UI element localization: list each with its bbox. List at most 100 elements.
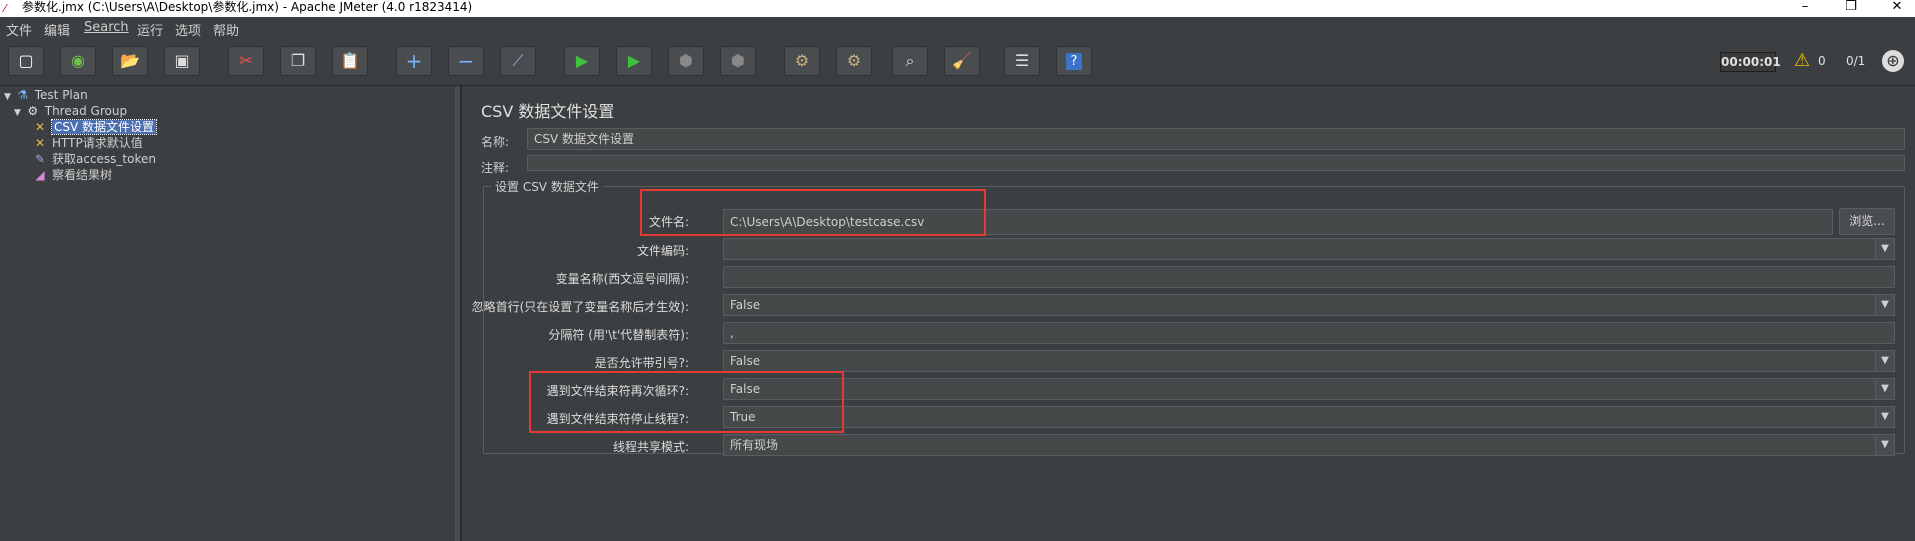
sharing-mode-label: 线程共享模式: xyxy=(612,440,689,454)
tree-item-label: HTTP请求默认值 xyxy=(52,136,143,150)
chart-icon: ◢ xyxy=(35,168,45,182)
file-encoding-select[interactable]: ▼ xyxy=(723,238,1895,260)
search-button[interactable]: ⌕ xyxy=(892,46,928,76)
expand-all-button[interactable]: + xyxy=(396,46,432,76)
reset-search-icon: 🧹 xyxy=(952,51,972,70)
chevron-down-icon[interactable]: ▼ xyxy=(1875,379,1894,399)
ignore-first-line-select[interactable]: False ▼ xyxy=(723,294,1895,316)
paste-icon: 📋 xyxy=(340,51,360,70)
menu-file[interactable]: 文件 xyxy=(6,20,32,39)
clear-button[interactable]: ⚙ xyxy=(784,46,820,76)
menu-help[interactable]: 帮助 xyxy=(213,20,239,39)
clear-icon: ⚙ xyxy=(794,51,810,70)
shutdown-icon: ⬢ xyxy=(731,51,745,70)
toolbar: ▢ ◉ 📂 ▣ ✂ ❐ 📋 + − ⟋ ▶ ▶ ⬢ ⬢ ⚙ ⚙ ⌕ 🧹 ☰ ? xyxy=(0,40,1915,86)
cut-icon: ✂ xyxy=(239,51,253,70)
tree-item-label: Test Plan xyxy=(34,88,88,102)
minimize-button[interactable]: – xyxy=(1790,0,1820,14)
templates-icon: ◉ xyxy=(71,51,85,70)
tree-item-view-results-tree[interactable]: ◢ 察看结果树 xyxy=(32,166,112,184)
comment-label: 注释: xyxy=(481,161,510,175)
search-icon: ⌕ xyxy=(905,51,915,70)
chevron-down-icon[interactable]: ▼ xyxy=(1875,239,1894,259)
ignore-first-line-label: 忽略首行(只在设置了变量名称后才生效): xyxy=(471,300,689,314)
paste-button[interactable]: 📋 xyxy=(332,46,368,76)
menu-options[interactable]: 选项 xyxy=(175,20,201,39)
copy-button[interactable]: ❐ xyxy=(280,46,316,76)
save-button[interactable]: ▣ xyxy=(164,46,200,76)
comment-field[interactable] xyxy=(527,155,1905,171)
clear-all-icon: ⚙ xyxy=(846,51,862,70)
menu-search[interactable]: Search xyxy=(84,20,129,35)
delimiter-label: 分隔符 (用'\t'代替制表符): xyxy=(548,328,689,342)
shutdown-button[interactable]: ⬢ xyxy=(720,46,756,76)
sharing-mode-select[interactable]: 所有现场 ▼ xyxy=(723,434,1895,456)
tree-item-label: 获取access_token xyxy=(52,152,156,166)
active-threads-count: 0/1 xyxy=(1846,54,1866,68)
stop-icon: ⬢ xyxy=(679,51,693,70)
menu-run[interactable]: 运行 xyxy=(137,20,163,39)
sharing-mode-value: 所有现场 xyxy=(730,438,779,452)
chevron-down-icon[interactable]: ▼ xyxy=(1875,407,1894,427)
allow-quoted-select[interactable]: False ▼ xyxy=(723,350,1895,372)
collapse-icon: − xyxy=(457,49,475,73)
chevron-down-icon[interactable]: ▼ xyxy=(1875,351,1894,371)
reset-search-button[interactable]: 🧹 xyxy=(944,46,980,76)
new-button[interactable]: ▢ xyxy=(8,46,44,76)
collapse-all-button[interactable]: − xyxy=(448,46,484,76)
function-helper-button[interactable]: ☰ xyxy=(1004,46,1040,76)
group-title: 设置 CSV 数据文件 xyxy=(491,178,603,195)
elapsed-timer: 00:00:01 xyxy=(1720,52,1781,72)
start-no-pauses-button[interactable]: ▶ xyxy=(616,46,652,76)
allow-quoted-value: False xyxy=(730,354,761,368)
variable-names-field[interactable] xyxy=(723,266,1895,288)
maximize-button[interactable]: ❐ xyxy=(1836,0,1866,14)
clear-all-button[interactable]: ⚙ xyxy=(836,46,872,76)
name-field[interactable]: CSV 数据文件设置 xyxy=(527,128,1905,150)
start-button[interactable]: ▶ xyxy=(564,46,600,76)
start-icon: ▶ xyxy=(575,51,589,70)
test-plan-tree: ▼ ⚗ Test Plan ▼ ⚙ Thread Group ✕ CSV 数据文件设置… xyxy=(0,86,461,541)
tree-item-label: CSV 数据文件设置 xyxy=(50,119,158,135)
open-button[interactable]: 📂 xyxy=(112,46,148,76)
copy-icon: ❐ xyxy=(290,51,306,70)
filename-highlight-box xyxy=(640,189,986,236)
expand-icon: + xyxy=(405,49,423,73)
tree-item-label: Thread Group xyxy=(44,104,128,118)
help-icon: ? xyxy=(1065,52,1083,70)
expand-arrow-icon[interactable]: ▼ xyxy=(4,92,11,102)
start-no-pause-icon: ▶ xyxy=(627,51,641,70)
variable-names-label: 变量名称(西文逗号间隔): xyxy=(555,272,689,286)
remote-globe-icon[interactable]: ⊕ xyxy=(1882,50,1904,72)
close-button[interactable]: ✕ xyxy=(1882,0,1912,14)
warning-icon[interactable]: ⚠ xyxy=(1794,50,1810,71)
recycle-on-eof-select[interactable]: False ▼ xyxy=(723,378,1895,400)
function-helper-icon: ☰ xyxy=(1014,51,1030,70)
allow-quoted-label: 是否允许带引号?: xyxy=(594,356,689,370)
chevron-down-icon[interactable]: ▼ xyxy=(1875,295,1894,315)
open-icon: 📂 xyxy=(120,51,140,70)
browse-button[interactable]: 浏览... xyxy=(1839,208,1895,235)
help-button[interactable]: ? xyxy=(1056,46,1092,76)
window-title: 参数化.jmx (C:\Users\A\Desktop\参数化.jmx) - A… xyxy=(22,0,473,14)
stop-button[interactable]: ⬢ xyxy=(668,46,704,76)
panel-title: CSV 数据文件设置 xyxy=(481,102,615,121)
chevron-down-icon[interactable]: ▼ xyxy=(1875,435,1894,455)
new-icon: ▢ xyxy=(18,51,34,70)
save-icon: ▣ xyxy=(174,51,190,70)
menu-bar: 文件 编辑 Search 运行 选项 帮助 xyxy=(0,17,1915,40)
menu-edit[interactable]: 编辑 xyxy=(44,20,70,39)
eof-options-highlight-box xyxy=(529,371,844,433)
jmeter-feather-icon: ⁄ xyxy=(4,2,6,15)
name-label: 名称: xyxy=(481,135,510,149)
ignore-first-line-value: False xyxy=(730,298,761,312)
cut-button[interactable]: ✂ xyxy=(228,46,264,76)
delimiter-field[interactable]: , xyxy=(723,322,1895,344)
expand-arrow-icon[interactable]: ▼ xyxy=(14,108,21,118)
file-encoding-label: 文件编码: xyxy=(636,244,689,258)
templates-button[interactable]: ◉ xyxy=(60,46,96,76)
tree-item-label: 察看结果树 xyxy=(52,168,113,182)
window-titlebar: ⁄ 参数化.jmx (C:\Users\A\Desktop\参数化.jmx) -… xyxy=(0,0,1915,17)
toggle-button[interactable]: ⟋ xyxy=(500,46,536,76)
stop-thread-on-eof-select[interactable]: True ▼ xyxy=(723,406,1895,428)
